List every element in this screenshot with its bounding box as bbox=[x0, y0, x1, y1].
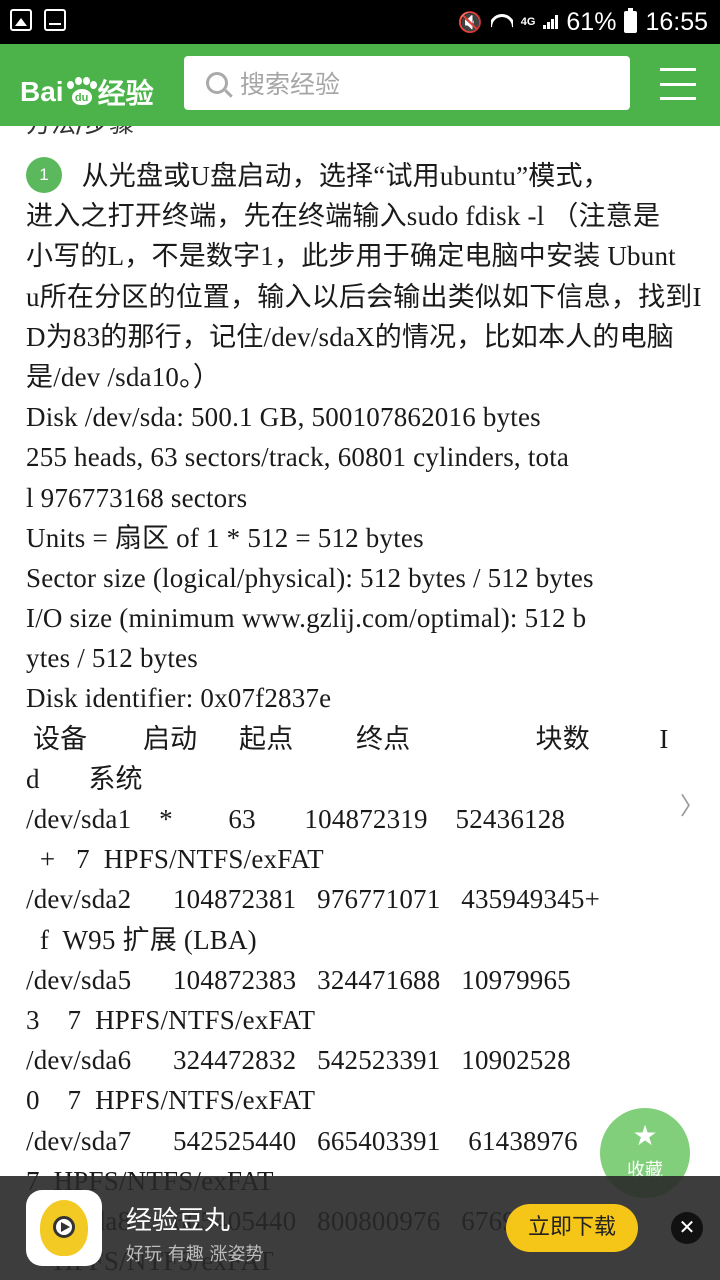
text-line: u所在分区的位置，输入以后会输出类似如下信息，找到I bbox=[26, 281, 702, 312]
activity-notification-icon bbox=[44, 9, 66, 31]
network-type-label: 4G bbox=[520, 15, 536, 28]
text-line: f W95 扩展 (LBA) bbox=[26, 924, 257, 955]
clock: 16:55 bbox=[645, 7, 708, 36]
text-line: 255 heads, 63 sectors/track, 60801 cylin… bbox=[26, 442, 570, 473]
app-name: 经验豆丸 bbox=[126, 1206, 231, 1236]
text-line: 设备 启动 起点 终点 块数 I bbox=[26, 723, 669, 754]
system-status: 🔇 4G 61% 16:55 bbox=[458, 4, 708, 40]
text-line: /dev/sda2 104872381 976771071 435949345+ bbox=[26, 884, 601, 915]
wifi-icon bbox=[491, 12, 513, 32]
text-line: I/O size (minimum www.gzlij.com/optimal)… bbox=[26, 603, 587, 634]
text-line: 0 7 HPFS/NTFS/exFAT bbox=[26, 1085, 316, 1116]
logo-text-jingyan: 经验 bbox=[97, 77, 154, 110]
app-icon[interactable] bbox=[26, 1190, 102, 1266]
battery-icon bbox=[624, 8, 638, 33]
notification-icons bbox=[10, 9, 66, 31]
text-line: /dev/sda6 324472832 542523391 10902528 bbox=[26, 1045, 571, 1076]
signal-icon bbox=[543, 15, 559, 29]
mute-icon: 🔇 bbox=[457, 11, 483, 34]
status-bar: 🔇 4G 61% 16:55 bbox=[0, 0, 720, 44]
text-line: 从光盘或U盘启动，选择“试用ubuntu”模式， bbox=[26, 161, 610, 191]
text-line: Disk identifier: 0x07f2837e bbox=[26, 683, 332, 714]
logo-text-bai: Bai bbox=[20, 76, 64, 107]
close-icon[interactable]: ✕ bbox=[671, 1212, 703, 1244]
menu-icon[interactable] bbox=[660, 68, 696, 100]
paw-icon: du bbox=[66, 77, 97, 107]
article-content: 方法/步骤 从光盘或U盘启动，选择“试用ubuntu”模式， 进入之打开终端，先在… bbox=[0, 126, 720, 1280]
search-icon bbox=[206, 72, 228, 94]
text-line: 是/dev /sda10。） bbox=[26, 361, 221, 392]
text-line: l 976773168 sectors bbox=[26, 482, 248, 513]
text-line: d 系统 bbox=[26, 763, 143, 794]
text-line: Sector size (logical/physical): 512 byte… bbox=[26, 562, 594, 593]
text-line: Disk /dev/sda: 500.1 GB, 500107862016 by… bbox=[26, 402, 541, 433]
search-placeholder: 搜索经验 bbox=[240, 70, 341, 99]
download-button[interactable]: 立即下载 bbox=[506, 1204, 638, 1252]
text-line: /dev/sda1 * 63 104872319 52436128 bbox=[26, 804, 566, 834]
baidu-jingyan-logo[interactable]: Bai du 经验 bbox=[20, 72, 154, 112]
search-input[interactable]: 搜索经验 bbox=[184, 56, 630, 110]
text-line: 进入之打开终端，先在终端输入sudo fdisk -l （注意是 bbox=[26, 201, 661, 232]
image-notification-icon bbox=[10, 9, 32, 31]
text-line: 3 7 HPFS/NTFS/exFAT bbox=[26, 1004, 316, 1035]
text-line: D为83的那行，记住/dev/sdaX的情况，比如本人的电脑 bbox=[26, 321, 674, 352]
step-text: 从光盘或U盘启动，选择“试用ubuntu”模式， 进入之打开终端，先在终端输入su… bbox=[26, 156, 702, 1280]
chevron-right-icon[interactable]: 〉 bbox=[680, 786, 704, 821]
app-tagline: 好玩 有趣 涨姿势 bbox=[126, 1244, 264, 1265]
app-promo-banner[interactable]: 经验豆丸 好玩 有趣 涨姿势 立即下载 ✕ bbox=[0, 1176, 720, 1280]
battery-percent: 61% bbox=[566, 7, 617, 36]
star-icon: ★ bbox=[632, 1119, 658, 1152]
text-line: ytes / 512 bytes bbox=[26, 643, 198, 674]
section-heading: 方法/步骤 bbox=[26, 126, 134, 140]
app-header: Bai du 经验 搜索经验 bbox=[0, 44, 720, 126]
text-line: Units = 扇区 of 1 * 512 = 512 bytes bbox=[26, 522, 424, 553]
step-number-badge: 1 bbox=[26, 157, 62, 193]
text-line: 小写的L，不是数字1，此步用于确定电脑中安装 Ubunt bbox=[26, 241, 676, 272]
text-line: + 7 HPFS/NTFS/exFAT bbox=[26, 844, 324, 875]
logo-text-du: du bbox=[71, 89, 92, 105]
text-line: /dev/sda5 104872383 324471688 10979965 bbox=[26, 964, 571, 995]
